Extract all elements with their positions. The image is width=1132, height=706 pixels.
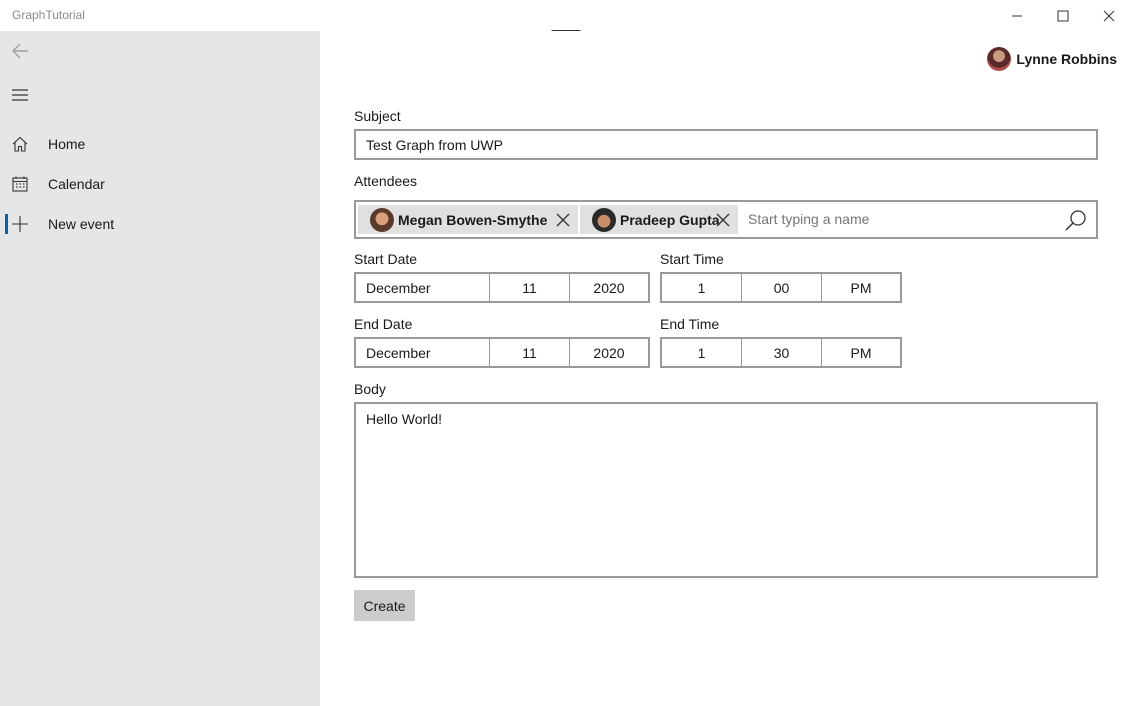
menu-toggle-button[interactable] — [0, 75, 40, 115]
navigation-pane: Home Calendar New event — [0, 31, 320, 706]
attendee-token[interactable]: Megan Bowen-Smythe — [358, 205, 578, 234]
attendee-avatar — [370, 207, 394, 232]
start-date-picker[interactable]: December 11 2020 — [354, 272, 650, 303]
minimize-button[interactable] — [994, 0, 1040, 31]
attendees-picker[interactable]: Megan Bowen-Smythe Pradeep Gupta Start t… — [354, 200, 1098, 239]
app-window: GraphTutorial Home Calendar New event Ly… — [0, 0, 1132, 706]
start-month[interactable]: December — [356, 274, 490, 301]
user-name: Lynne Robbins — [1016, 51, 1117, 67]
start-hour[interactable]: 1 — [662, 274, 742, 301]
start-year[interactable]: 2020 — [570, 274, 648, 301]
end-hour[interactable]: 1 — [662, 339, 742, 366]
home-icon — [0, 124, 40, 164]
selection-indicator — [5, 214, 8, 234]
body-label: Body — [354, 381, 386, 397]
app-title: GraphTutorial — [12, 8, 85, 22]
end-minute[interactable]: 30 — [742, 339, 822, 366]
back-button[interactable] — [0, 31, 40, 71]
start-minute[interactable]: 00 — [742, 274, 822, 301]
attendee-avatar — [592, 207, 616, 232]
end-date-label: End Date — [354, 316, 413, 332]
maximize-button[interactable] — [1040, 0, 1086, 31]
subject-input[interactable]: Test Graph from UWP — [354, 129, 1098, 160]
search-icon[interactable] — [1064, 208, 1088, 232]
attendee-name: Pradeep Gupta — [620, 211, 720, 228]
start-time-label: Start Time — [660, 251, 724, 267]
subject-label: Subject — [354, 108, 401, 124]
main-content: Lynne Robbins Subject Test Graph from UW… — [320, 31, 1132, 706]
sidebar-item-label: New event — [48, 216, 115, 232]
start-date-label: Start Date — [354, 251, 418, 267]
end-year[interactable]: 2020 — [570, 339, 648, 366]
subject-value: Test Graph from UWP — [366, 137, 503, 153]
sidebar-item-home[interactable]: Home — [0, 124, 320, 164]
maximize-icon — [1057, 10, 1069, 21]
attendee-search-input[interactable]: Start typing a name — [748, 211, 869, 227]
calendar-icon — [0, 164, 40, 204]
body-textarea[interactable]: Hello World! — [354, 402, 1098, 578]
end-time-label: End Time — [660, 316, 720, 332]
attendee-name: Megan Bowen-Smythe — [398, 211, 548, 228]
title-bar[interactable]: GraphTutorial — [0, 0, 1132, 31]
user-profile[interactable]: Lynne Robbins — [987, 47, 1117, 71]
end-month[interactable]: December — [356, 339, 490, 366]
start-period[interactable]: PM — [822, 274, 900, 301]
end-day[interactable]: 11 — [490, 339, 570, 366]
create-button[interactable]: Create — [354, 590, 415, 621]
close-button[interactable] — [1086, 0, 1132, 31]
sidebar-item-label: Calendar — [48, 176, 105, 192]
back-arrow-icon — [12, 43, 28, 59]
body-value: Hello World! — [366, 411, 442, 427]
remove-attendee-icon[interactable] — [716, 213, 730, 227]
start-time-picker[interactable]: 1 00 PM — [660, 272, 902, 303]
attendee-token[interactable]: Pradeep Gupta — [580, 205, 738, 234]
avatar — [987, 47, 1012, 71]
hamburger-icon — [12, 89, 28, 101]
attendees-label: Attendees — [354, 173, 418, 189]
end-date-picker[interactable]: December 11 2020 — [354, 337, 650, 368]
start-day[interactable]: 11 — [490, 274, 570, 301]
remove-attendee-icon[interactable] — [556, 213, 570, 227]
sidebar-item-label: Home — [48, 136, 86, 152]
end-time-picker[interactable]: 1 30 PM — [660, 337, 902, 368]
close-icon — [1103, 10, 1115, 21]
minimize-icon — [1012, 15, 1022, 16]
sidebar-item-calendar[interactable]: Calendar — [0, 164, 320, 204]
sidebar-item-new-event[interactable]: New event — [0, 204, 320, 244]
end-period[interactable]: PM — [822, 339, 900, 366]
